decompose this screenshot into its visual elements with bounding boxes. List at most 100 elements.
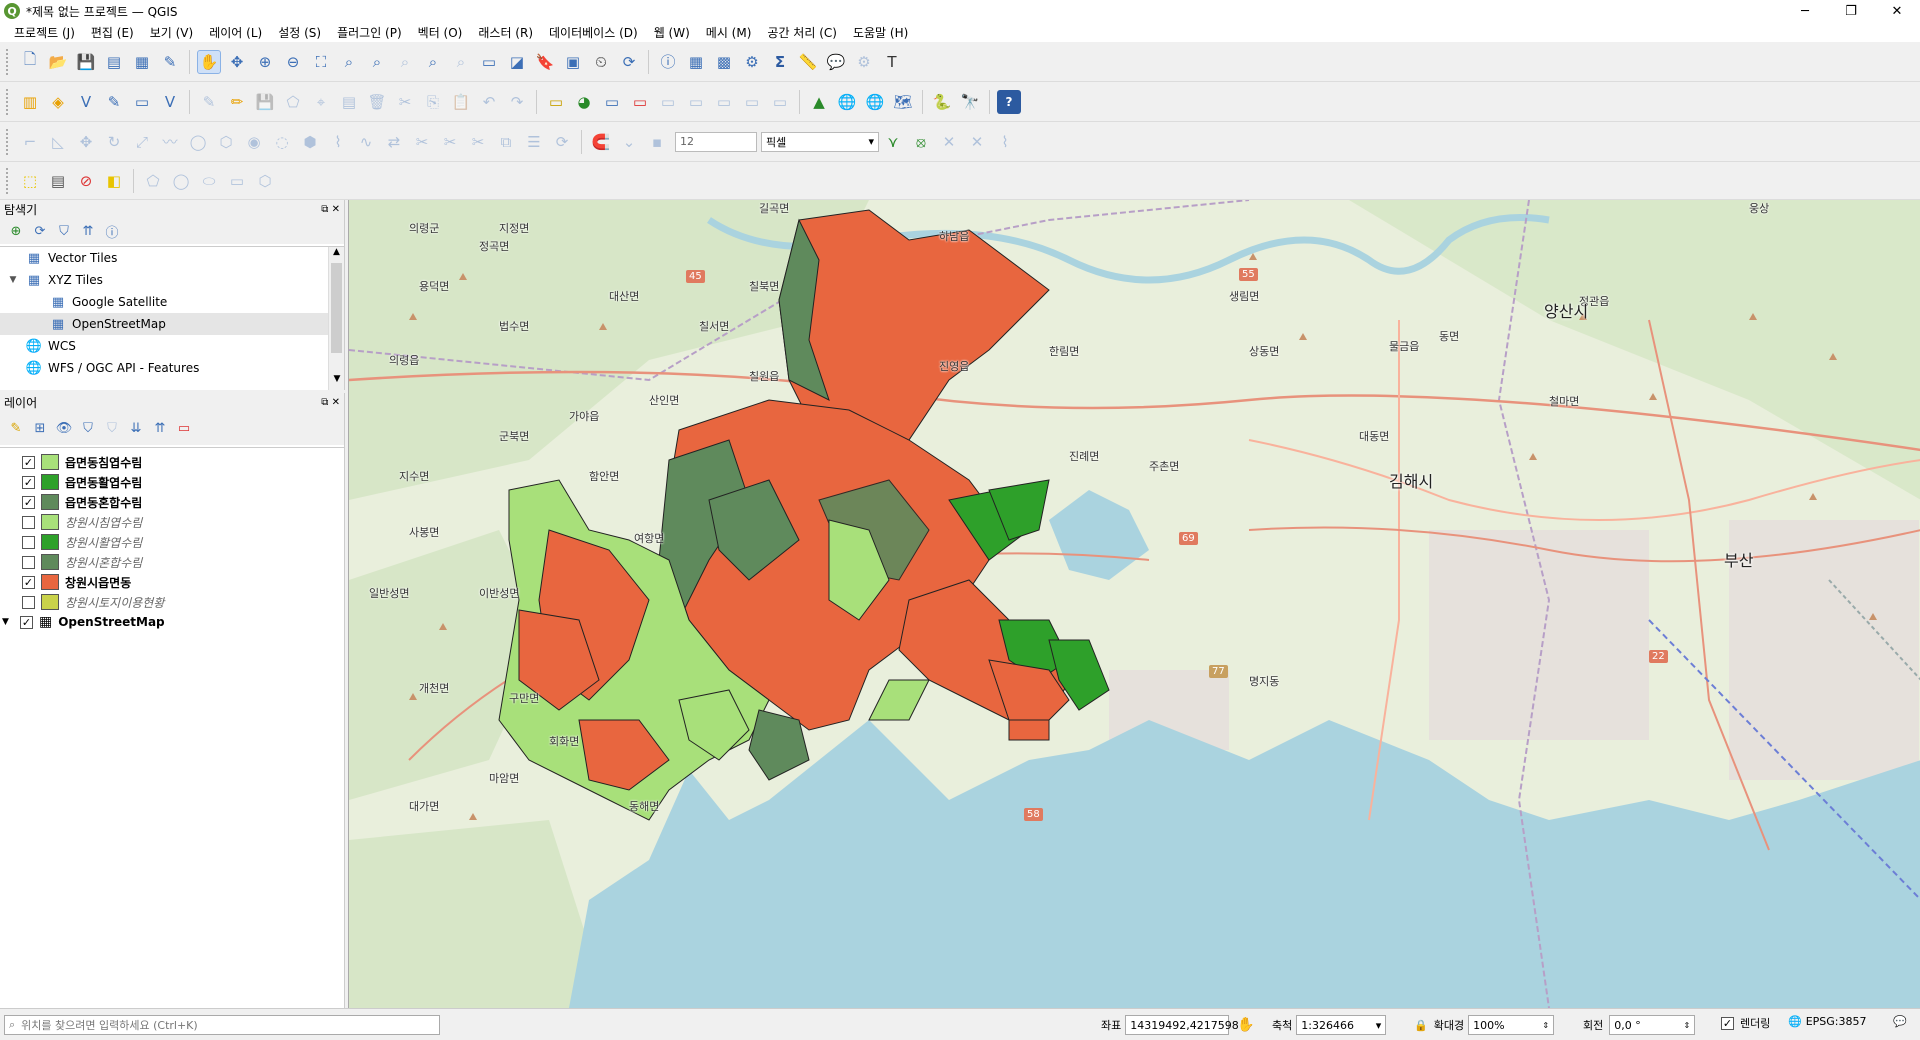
layer-item[interactable]: ▼ ✓ ▦ OpenStreetMap bbox=[0, 612, 344, 632]
style-manager-icon[interactable]: ✎ bbox=[158, 50, 182, 74]
manage-themes-icon[interactable]: 👁 bbox=[54, 418, 74, 438]
label-properties-icon[interactable]: ▭ bbox=[768, 90, 792, 114]
menu-vector[interactable]: 벡터 (O) bbox=[410, 24, 471, 41]
snapping-magnet-icon[interactable]: 🧲 bbox=[589, 130, 613, 154]
menu-database[interactable]: 데이터베이스 (D) bbox=[541, 24, 646, 41]
spin-arrows-icon[interactable]: ⇕ bbox=[1684, 1021, 1691, 1030]
properties-icon[interactable]: ⓘ bbox=[102, 221, 122, 241]
zoom-to-selection-icon[interactable]: ⌕ bbox=[337, 50, 361, 74]
rectangle-tool-icon[interactable]: ▭ bbox=[225, 169, 249, 193]
paste-features-icon[interactable]: 📋 bbox=[449, 90, 473, 114]
open-project-icon[interactable]: 📂 bbox=[46, 50, 70, 74]
snapping-tolerance-input[interactable]: 12 bbox=[675, 131, 757, 152]
messages-icon[interactable]: 💬 bbox=[1893, 1015, 1907, 1028]
merge-attributes-icon[interactable]: ☰ bbox=[522, 130, 546, 154]
identify-features-icon[interactable]: ⓘ bbox=[656, 50, 680, 74]
diagram-tool-icon[interactable]: ◕ bbox=[572, 90, 596, 114]
layer-item[interactable]: 창원시활엽수림 bbox=[0, 532, 344, 552]
layer-item[interactable]: ✓ 읍면동침엽수림 bbox=[0, 452, 344, 472]
layer-symbol-swatch[interactable] bbox=[41, 574, 59, 590]
polygon-tool-icon[interactable]: ⬡ bbox=[253, 169, 277, 193]
add-ring-icon[interactable]: ◯ bbox=[186, 130, 210, 154]
change-label-icon[interactable]: ▭ bbox=[740, 90, 764, 114]
layer-symbol-swatch[interactable] bbox=[41, 454, 59, 470]
processing-toolbox-icon[interactable]: ⚙ bbox=[740, 50, 764, 74]
layer-symbol-swatch[interactable] bbox=[41, 534, 59, 550]
toolbar-handle[interactable] bbox=[6, 88, 10, 115]
georeferencer-icon[interactable]: ▲ bbox=[807, 90, 831, 114]
browser-item[interactable]: ▼ ▦ XYZ Tiles bbox=[0, 269, 344, 291]
layer-visibility-checkbox[interactable] bbox=[22, 515, 35, 529]
add-part-icon[interactable]: ⬡ bbox=[214, 130, 238, 154]
add-feature-icon[interactable]: ⬠ bbox=[141, 169, 165, 193]
toolbar-handle[interactable] bbox=[6, 48, 10, 75]
browser-item[interactable]: ▦ OpenStreetMap bbox=[0, 313, 344, 335]
plugin-globe2-icon[interactable]: 🌐 bbox=[863, 90, 887, 114]
layer-visibility-checkbox[interactable] bbox=[22, 535, 35, 549]
pan-to-selection-icon[interactable]: ✥ bbox=[225, 50, 249, 74]
toolbar-handle[interactable] bbox=[6, 167, 10, 194]
layer-item[interactable]: ✓ 읍면동혼합수림 bbox=[0, 492, 344, 512]
add-delimited-text-icon[interactable]: ✎ bbox=[102, 90, 126, 114]
layer-visibility-checkbox[interactable]: ✓ bbox=[22, 575, 35, 589]
move-label-icon[interactable]: ▭ bbox=[684, 90, 708, 114]
minimize-button[interactable]: ─ bbox=[1782, 0, 1828, 22]
advanced-digitize-icon[interactable]: ⌐ bbox=[18, 130, 42, 154]
layer-visibility-checkbox[interactable]: ✓ bbox=[20, 615, 33, 629]
delete-selected-icon[interactable]: 🗑 bbox=[365, 90, 389, 114]
layer-item[interactable]: ✓ 창원시읍면동 bbox=[0, 572, 344, 592]
scroll-down-arrow[interactable]: ▼ bbox=[329, 374, 344, 390]
new-map-view-icon[interactable]: ▭ bbox=[477, 50, 501, 74]
layer-visibility-checkbox[interactable] bbox=[22, 555, 35, 569]
delete-part-icon[interactable]: ⬢ bbox=[298, 130, 322, 154]
coordinate-field[interactable]: 14319492,4217598 bbox=[1125, 1015, 1239, 1035]
zoom-last-icon[interactable]: ⌕ bbox=[421, 50, 445, 74]
save-edits-icon[interactable]: 💾 bbox=[253, 90, 277, 114]
snapping-intersection-icon[interactable]: ⦻ bbox=[909, 130, 933, 154]
menu-layer[interactable]: 레이어 (L) bbox=[201, 24, 270, 41]
panel-float-close-icon[interactable]: ⧉ ✕ bbox=[321, 204, 340, 215]
close-button[interactable]: ✕ bbox=[1874, 0, 1920, 22]
zoom-out-icon[interactable]: ⊖ bbox=[281, 50, 305, 74]
menu-mesh[interactable]: 메시 (M) bbox=[698, 24, 760, 41]
ellipse-tool-icon[interactable]: ⬭ bbox=[197, 169, 221, 193]
temporal-controller-icon[interactable]: ⏲ bbox=[589, 50, 613, 74]
zoom-to-layer-icon[interactable]: ⌕ bbox=[365, 50, 389, 74]
zoom-in-icon[interactable]: ⊕ bbox=[253, 50, 277, 74]
new-geopackage-icon[interactable]: ◈ bbox=[46, 90, 70, 114]
copy-features-icon[interactable]: ⎘ bbox=[421, 90, 445, 114]
browser-item[interactable]: 🌐 WCS bbox=[0, 335, 344, 357]
magnifier-field[interactable]: 100% ⇕ bbox=[1468, 1015, 1555, 1035]
menu-plugins[interactable]: 플러그인 (P) bbox=[329, 24, 410, 41]
offset-curve-icon[interactable]: ∿ bbox=[354, 130, 378, 154]
self-snapping-icon[interactable]: ✕ bbox=[965, 130, 989, 154]
render-checkbox[interactable]: ✓ bbox=[1721, 1016, 1734, 1030]
expand-twisty-icon[interactable]: ▼ bbox=[6, 275, 20, 285]
topological-editing-icon[interactable]: ⋎ bbox=[881, 130, 905, 154]
measure-icon[interactable]: 📏 bbox=[796, 50, 820, 74]
trim-extend-icon[interactable]: ✂ bbox=[410, 130, 434, 154]
label-tool-icon[interactable]: ▭ bbox=[544, 90, 568, 114]
refresh-icon[interactable]: ⟳ bbox=[30, 221, 50, 241]
expand-twisty-icon[interactable]: ▼ bbox=[2, 617, 14, 627]
current-edits-icon[interactable]: ✎ bbox=[197, 90, 221, 114]
reshape-icon[interactable]: ⌇ bbox=[326, 130, 350, 154]
rotate-label-icon[interactable]: ▭ bbox=[712, 90, 736, 114]
zoom-native-icon[interactable]: ⌕ bbox=[393, 50, 417, 74]
add-vector-layer-icon[interactable]: V bbox=[74, 90, 98, 114]
plugin-globe-icon[interactable]: 🌐 bbox=[835, 90, 859, 114]
annotation-icon[interactable]: ⚙ bbox=[852, 50, 876, 74]
scroll-up-arrow[interactable]: ▲ bbox=[329, 247, 344, 263]
modify-attributes-icon[interactable]: ▤ bbox=[337, 90, 361, 114]
refresh-icon[interactable]: ⟳ bbox=[617, 50, 641, 74]
map-svg[interactable] bbox=[349, 200, 1920, 1008]
lock-icon[interactable]: 🔒 bbox=[1414, 1019, 1428, 1032]
show-hide-labels-icon[interactable]: ▭ bbox=[656, 90, 680, 114]
layer-visibility-checkbox[interactable]: ✓ bbox=[22, 495, 35, 509]
snapping-unit-select[interactable]: 픽셀 ▾ bbox=[761, 131, 879, 152]
show-bookmarks-icon[interactable]: ▣ bbox=[561, 50, 585, 74]
digitize-with-segment-icon[interactable]: ◺ bbox=[46, 130, 70, 154]
statistics-icon[interactable]: Σ bbox=[768, 50, 792, 74]
save-project-icon[interactable]: 💾 bbox=[74, 50, 98, 74]
field-calculator-icon[interactable]: ▩ bbox=[712, 50, 736, 74]
